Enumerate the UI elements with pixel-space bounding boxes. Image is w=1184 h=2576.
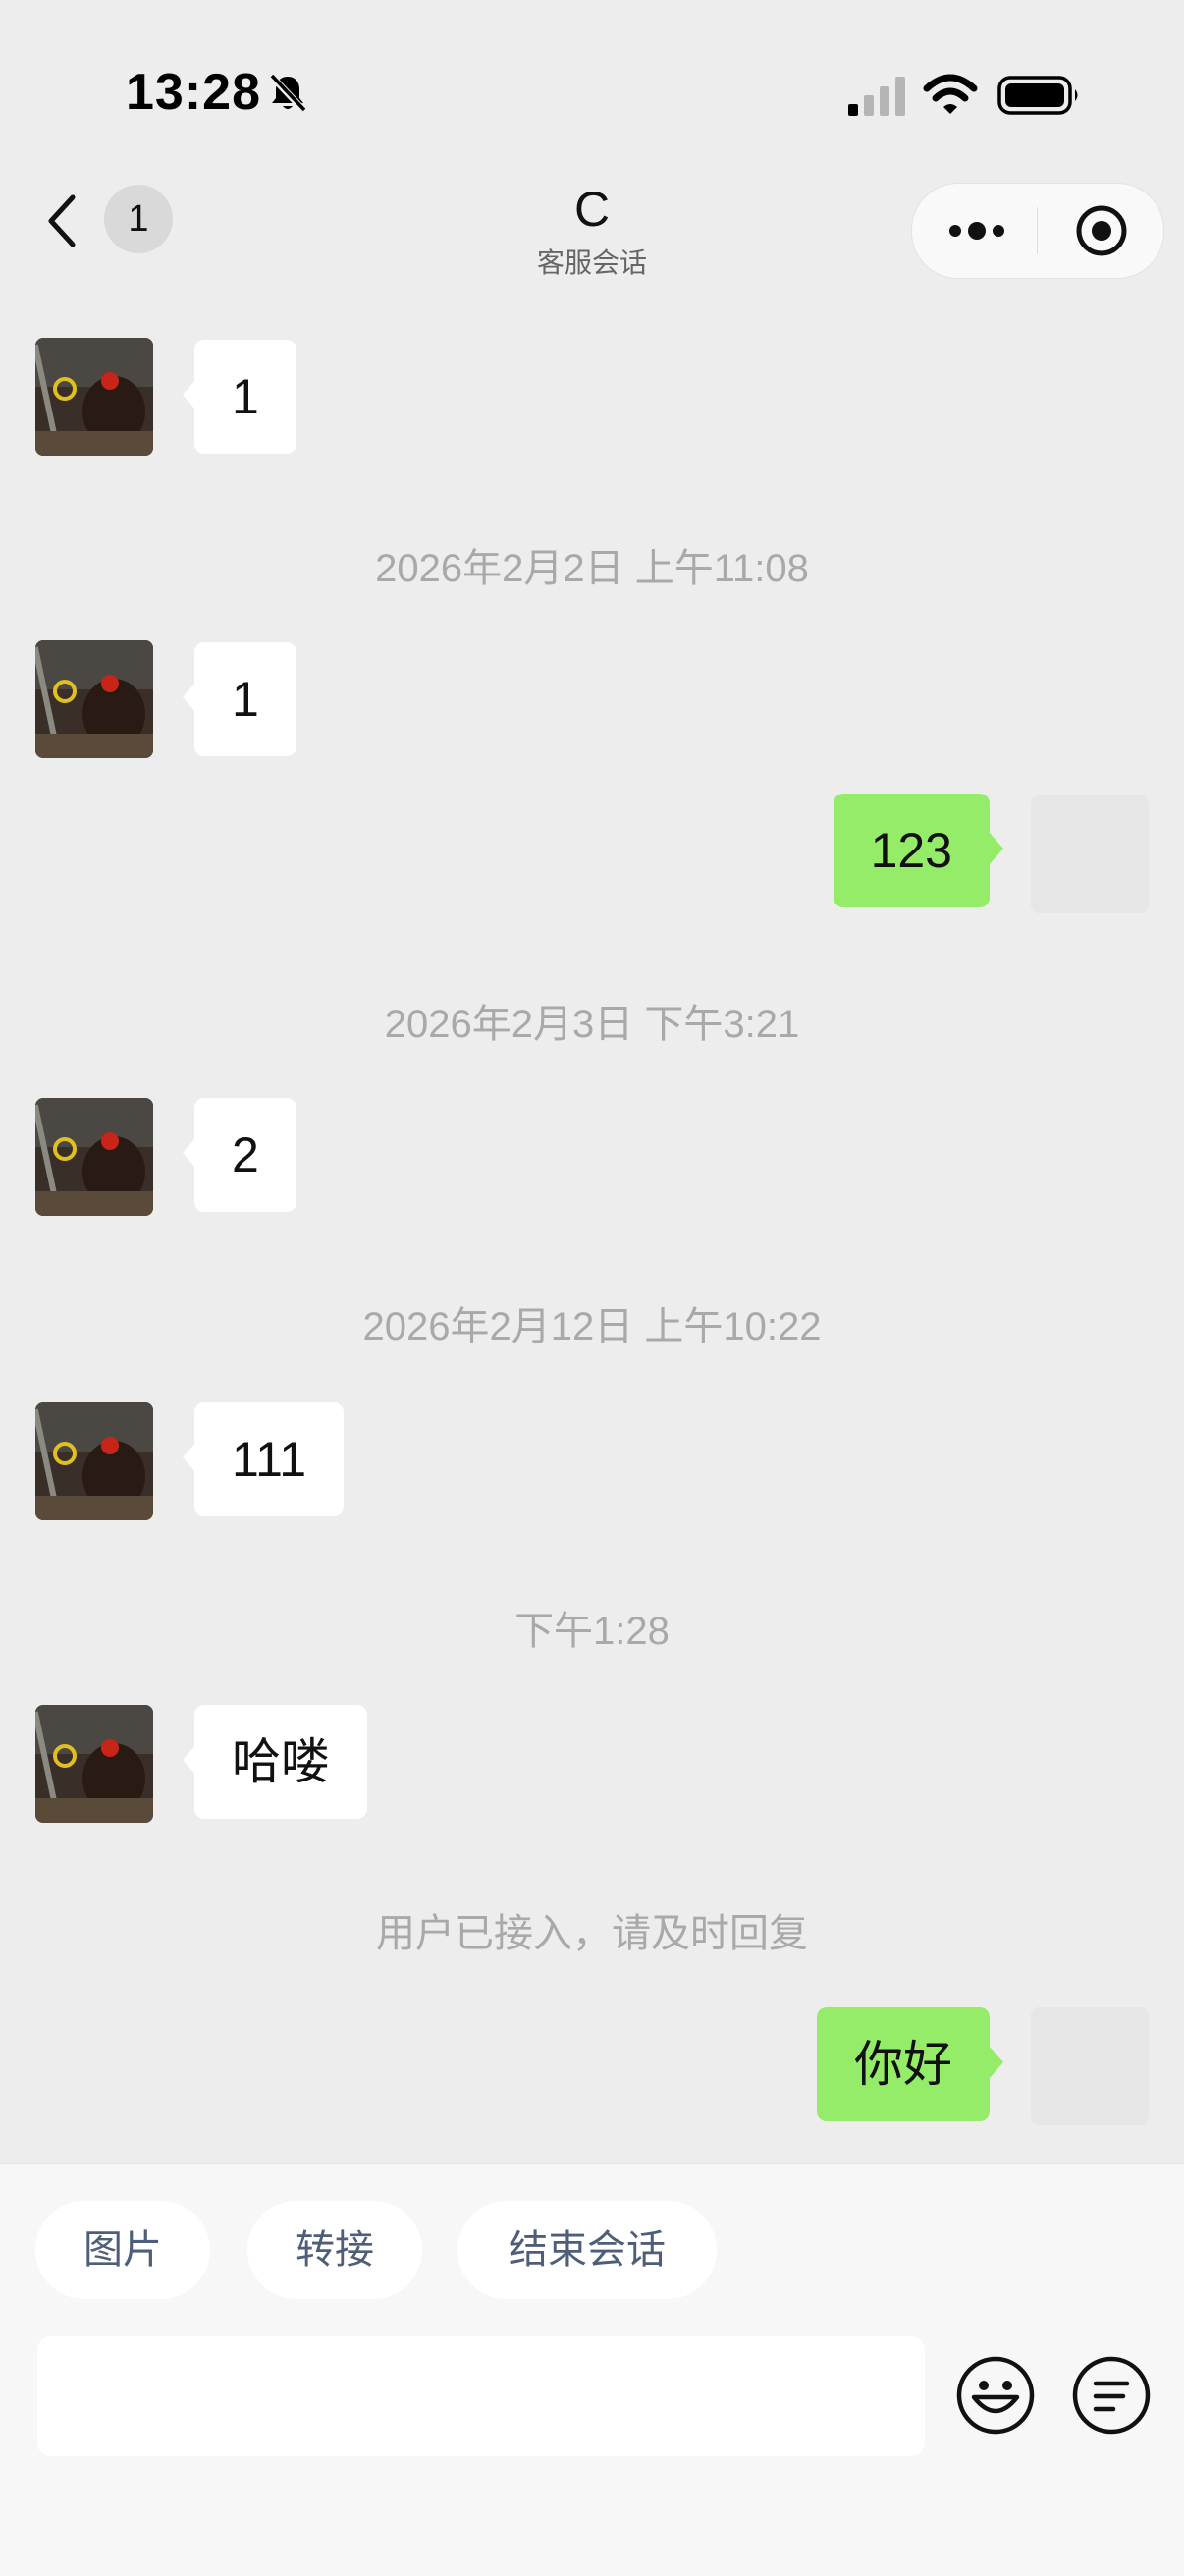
avatar-image	[35, 1402, 153, 1520]
more-icon[interactable]	[947, 211, 1006, 250]
avatar-image	[35, 1098, 153, 1216]
message-bubble-outgoing[interactable]: 123	[833, 794, 1004, 907]
contact-avatar[interactable]	[35, 640, 153, 758]
message-timestamp: 2026年2月12日 上午10:22	[362, 1305, 822, 1348]
message-bubble-incoming[interactable]: 1	[183, 340, 296, 454]
quick-action-end-session-button[interactable]: 结束会话	[457, 2201, 717, 2299]
avatar-image	[35, 338, 153, 456]
mini-program-capsule	[911, 183, 1164, 279]
message-timestamp: 下午1:28	[514, 1610, 670, 1653]
message-timestamp: 2026年2月2日 上午11:08	[375, 547, 809, 590]
message-input[interactable]	[37, 2336, 925, 2456]
status-bar: 13:28	[0, 0, 1184, 187]
target-icon[interactable]	[1074, 203, 1129, 258]
mute-bell-icon	[268, 73, 307, 114]
contact-avatar[interactable]	[35, 1705, 153, 1823]
system-notice: 用户已接入，请及时回复	[376, 1912, 808, 1955]
signal-icon	[848, 77, 905, 116]
contact-avatar[interactable]	[35, 1098, 153, 1216]
avatar-image	[35, 1705, 153, 1823]
message-bubble-incoming[interactable]: 1	[183, 642, 296, 756]
message-bubble-incoming[interactable]: 111	[182, 1402, 345, 1516]
contact-avatar[interactable]	[35, 338, 153, 456]
menu-icon[interactable]	[1070, 2354, 1153, 2437]
message-bubble-outgoing[interactable]: 你好	[817, 2007, 1003, 2121]
wifi-icon	[923, 74, 978, 114]
message-timestamp: 2026年2月3日 下午3:21	[384, 1003, 800, 1046]
status-time: 13:28	[126, 64, 261, 121]
self-avatar[interactable]	[1031, 795, 1149, 913]
message-bubble-incoming[interactable]: 哈喽	[183, 1705, 367, 1819]
message-bubble-incoming[interactable]: 2	[183, 1098, 296, 1212]
battery-icon	[997, 76, 1078, 115]
self-avatar[interactable]	[1031, 2007, 1149, 2125]
emoji-icon[interactable]	[954, 2354, 1037, 2437]
contact-avatar[interactable]	[35, 1402, 153, 1520]
bottom-panel: 图片 转接 结束会话	[0, 2163, 1184, 2576]
capsule-divider	[1037, 207, 1038, 254]
quick-action-transfer-button[interactable]: 转接	[247, 2201, 422, 2299]
quick-action-image-button[interactable]: 图片	[35, 2201, 210, 2299]
avatar-image	[35, 640, 153, 758]
